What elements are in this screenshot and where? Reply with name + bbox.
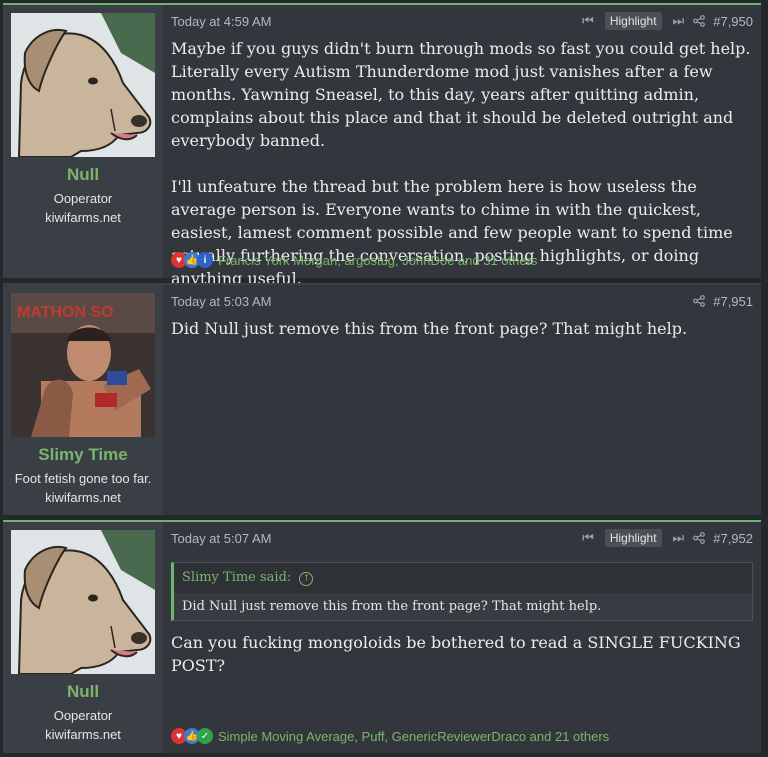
user-title: Ooperator [53, 191, 113, 206]
quote-body: Did Null just remove this from the front… [174, 593, 752, 620]
reactions-bar[interactable]: ♥ 👍 ✓ Simple Moving Average, Puff, Gener… [171, 728, 609, 744]
user-site: kiwifarms.net [45, 210, 121, 225]
post-meta: Today at 5:07 AM ⏮ Highlight ⏭ #7,952 [171, 522, 753, 554]
share-icon[interactable] [693, 15, 706, 27]
share-icon[interactable] [693, 295, 706, 307]
user-panel: Null Ooperator kiwifarms.net [3, 5, 163, 278]
post-main: Today at 5:07 AM ⏮ Highlight ⏭ #7,952 Sl… [163, 522, 761, 753]
user-site: kiwifarms.net [45, 490, 121, 505]
next-highlight-icon[interactable]: ⏭ [673, 13, 685, 29]
post-main: Today at 5:03 AM #7,951 Did Null just re… [163, 285, 761, 515]
user-title: Ooperator [53, 708, 113, 723]
post-time[interactable]: Today at 4:59 AM [171, 14, 271, 29]
avatar[interactable] [11, 13, 155, 157]
user-site: kiwifarms.net [45, 727, 121, 742]
post-paragraph: Did Null just remove this from the front… [171, 319, 688, 338]
post-number[interactable]: #7,950 [713, 14, 753, 29]
username[interactable]: Slimy Time [38, 445, 127, 465]
post-7952: Null Ooperator kiwifarms.net Today at 5:… [3, 520, 761, 753]
reaction-names[interactable]: Francis York Morgan, argostug, JohnDoe a… [218, 253, 537, 268]
username[interactable]: Null [67, 165, 99, 185]
share-icon[interactable] [693, 532, 706, 544]
user-title: Foot fetish gone too far. [14, 471, 152, 486]
user-panel: MATHON SO Slimy Time Foot fetish gone to… [3, 285, 163, 515]
quote-header[interactable]: Slimy Time said: ↑ [174, 563, 752, 593]
informative-reaction-icon: i [197, 252, 213, 268]
post-body: Did Null just remove this from the front… [171, 317, 753, 340]
previous-highlight-icon[interactable]: ⏮ [582, 13, 594, 29]
post-meta: Today at 4:59 AM ⏮ Highlight ⏭ #7,950 [171, 5, 753, 37]
post-main: Today at 4:59 AM ⏮ Highlight ⏭ #7,950 Ma… [163, 5, 761, 288]
post-meta: Today at 5:03 AM #7,951 [171, 285, 753, 317]
next-highlight-icon[interactable]: ⏭ [673, 530, 685, 546]
avatar-banner-text: MATHON SO [17, 304, 114, 321]
avatar[interactable]: MATHON SO [11, 293, 155, 437]
highlight-button[interactable]: Highlight [604, 12, 662, 30]
reactions-bar[interactable]: ♥ 👍 i Francis York Morgan, argostug, Joh… [171, 252, 537, 268]
post-paragraph: Can you fucking mongoloids be bothered t… [171, 633, 741, 675]
post-paragraph: Maybe if you guys didn't burn through mo… [171, 39, 751, 150]
post-body: Can you fucking mongoloids be bothered t… [171, 631, 753, 677]
post-paragraph: I'll unfeature the thread but the proble… [171, 177, 733, 288]
post-time[interactable]: Today at 5:07 AM [171, 531, 271, 546]
avatar[interactable] [11, 530, 155, 674]
quote-author[interactable]: Slimy Time said: [182, 570, 291, 585]
quote-jump-icon[interactable]: ↑ [299, 572, 314, 586]
post-7950: Null Ooperator kiwifarms.net Today at 4:… [3, 3, 761, 288]
username[interactable]: Null [67, 682, 99, 702]
user-panel: Null Ooperator kiwifarms.net [3, 522, 163, 753]
reaction-names[interactable]: Simple Moving Average, Puff, GenericRevi… [218, 729, 609, 744]
previous-highlight-icon[interactable]: ⏮ [582, 530, 594, 546]
post-7951: MATHON SO Slimy Time Foot fetish gone to… [3, 283, 761, 515]
post-number[interactable]: #7,951 [713, 294, 753, 309]
quote-block: Slimy Time said: ↑ Did Null just remove … [171, 562, 753, 621]
post-time[interactable]: Today at 5:03 AM [171, 294, 271, 309]
agree-reaction-icon: ✓ [197, 728, 213, 744]
highlight-button[interactable]: Highlight [604, 529, 662, 547]
post-number[interactable]: #7,952 [713, 531, 753, 546]
